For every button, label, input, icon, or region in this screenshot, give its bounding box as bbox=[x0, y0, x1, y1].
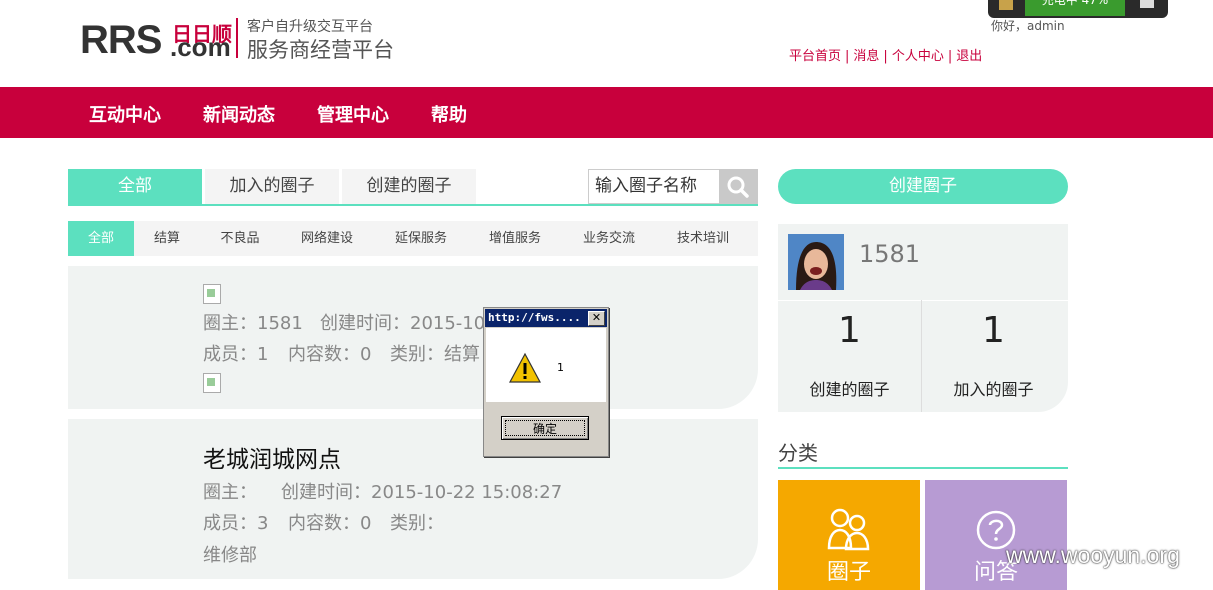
search-input[interactable]: 输入圈子名称 bbox=[588, 169, 726, 204]
nav-management[interactable]: 管理中心 bbox=[317, 101, 389, 127]
battery-icon bbox=[999, 0, 1013, 10]
circle-content-count: 内容数：0 bbox=[288, 344, 372, 365]
link-home[interactable]: 平台首页 bbox=[789, 49, 841, 64]
circle-card[interactable] bbox=[68, 266, 758, 409]
divider bbox=[778, 300, 1068, 301]
circle-owner: 圈主：1581 bbox=[203, 313, 303, 334]
battery-status: 充电中 47% bbox=[1025, 0, 1125, 16]
filter-all[interactable]: 全部 bbox=[68, 221, 134, 256]
site-logo[interactable]: RRS bbox=[80, 18, 162, 63]
warning-icon bbox=[508, 352, 542, 383]
filter-exchange[interactable]: 业务交流 bbox=[572, 221, 646, 256]
logo-domain: .com bbox=[170, 32, 231, 62]
circle-category-value: 维修部 bbox=[203, 545, 257, 566]
filter-defective[interactable]: 不良品 bbox=[208, 221, 272, 256]
joined-count-label[interactable]: 加入的圈子 bbox=[922, 376, 1065, 400]
filter-warranty[interactable]: 延保服务 bbox=[384, 221, 458, 256]
divider: | bbox=[883, 49, 888, 64]
circle-content-count: 内容数：0 bbox=[288, 513, 372, 534]
link-messages[interactable]: 消息 bbox=[853, 49, 879, 64]
link-profile[interactable]: 个人中心 bbox=[892, 49, 944, 64]
link-logout[interactable]: 退出 bbox=[956, 49, 982, 64]
platform-title: 服务商经营平台 bbox=[247, 38, 394, 62]
circle-title[interactable]: 老城润城网点 bbox=[203, 440, 341, 474]
filter-training[interactable]: 技术培训 bbox=[666, 221, 740, 256]
joined-count[interactable]: 1 bbox=[922, 310, 1065, 351]
username: 1581 bbox=[859, 240, 921, 268]
top-links: 平台首页 | 消息 | 个人中心 | 退出 bbox=[789, 45, 982, 64]
category-heading: 分类 bbox=[778, 441, 818, 465]
watermark: www.wooyun.org bbox=[1006, 542, 1180, 568]
keyboard-icon bbox=[1140, 0, 1154, 8]
focus-ring bbox=[505, 420, 585, 436]
circle-category: 类别：结算 bbox=[390, 344, 480, 365]
close-icon: ✕ bbox=[591, 311, 602, 324]
tabs-underline bbox=[68, 204, 758, 206]
tile-circles[interactable]: 圈子 bbox=[778, 480, 920, 590]
tab-joined[interactable]: 加入的圈子 bbox=[205, 169, 339, 204]
search-icon bbox=[727, 176, 749, 198]
broken-image bbox=[203, 284, 221, 304]
divider: | bbox=[947, 49, 953, 64]
nav-help[interactable]: 帮助 bbox=[431, 101, 467, 127]
dialog-message: 1 bbox=[557, 361, 564, 374]
broken-image bbox=[203, 373, 221, 393]
main-nav bbox=[0, 87, 1213, 138]
create-circle-button[interactable]: 创建圈子 bbox=[778, 169, 1068, 204]
circle-created-time: 创建时间：2015-10 bbox=[320, 313, 486, 334]
filter-settlement[interactable]: 结算 bbox=[140, 221, 194, 256]
circle-owner: 圈主： bbox=[203, 482, 257, 503]
category-underline bbox=[778, 467, 1068, 469]
circle-created-time: 创建时间：2015-10-22 15:08:27 bbox=[281, 482, 563, 503]
dialog-close-button[interactable]: ✕ bbox=[588, 311, 605, 326]
tile-qa[interactable]: 问答 bbox=[925, 480, 1067, 590]
tab-created[interactable]: 创建的圈子 bbox=[342, 169, 476, 204]
dialog-ok-button[interactable]: 确定 bbox=[501, 416, 589, 440]
search-button[interactable] bbox=[719, 169, 758, 204]
created-count[interactable]: 1 bbox=[778, 310, 921, 351]
user-greeting: 你好，admin bbox=[991, 19, 1065, 33]
avatar[interactable] bbox=[788, 234, 844, 290]
created-count-label[interactable]: 创建的圈子 bbox=[778, 376, 921, 400]
circle-members: 成员：3 bbox=[203, 513, 269, 534]
nav-interaction-center[interactable]: 互动中心 bbox=[89, 101, 161, 127]
logo-subtitle: 客户自升级交互平台 bbox=[247, 19, 373, 35]
avatar-image bbox=[788, 234, 844, 290]
logo-divider bbox=[236, 18, 238, 58]
people-icon bbox=[827, 508, 870, 551]
tab-all[interactable]: 全部 bbox=[68, 169, 202, 204]
nav-news[interactable]: 新闻动态 bbox=[203, 101, 275, 127]
circle-members: 成员：1 bbox=[203, 344, 269, 365]
filter-value-added[interactable]: 增值服务 bbox=[478, 221, 552, 256]
circle-category: 类别： bbox=[390, 513, 444, 534]
logo-text: RRS bbox=[80, 18, 162, 62]
dialog-body bbox=[486, 328, 606, 402]
filter-network[interactable]: 网络建设 bbox=[290, 221, 364, 256]
tile-circles-label: 圈子 bbox=[826, 560, 871, 585]
divider: | bbox=[845, 49, 850, 64]
